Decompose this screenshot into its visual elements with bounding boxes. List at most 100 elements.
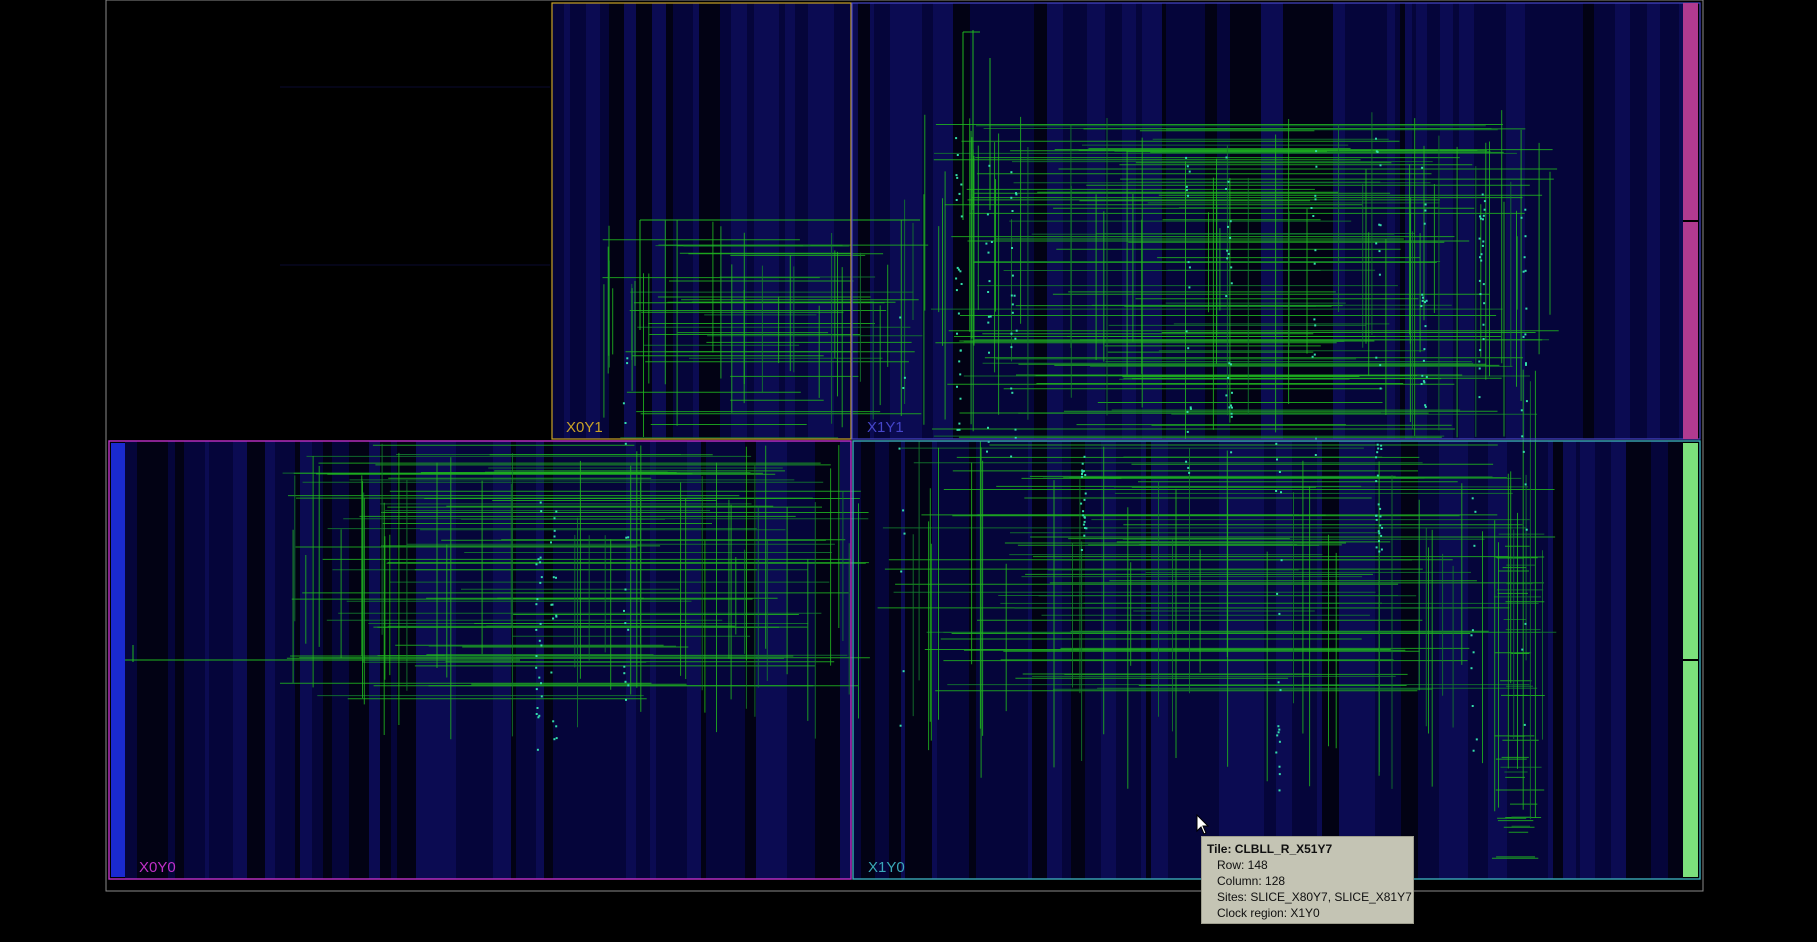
tile-column bbox=[693, 3, 699, 439]
placed-cell bbox=[553, 517, 556, 520]
placed-cell bbox=[1187, 347, 1190, 350]
placed-cell bbox=[555, 576, 557, 579]
placed-cell bbox=[1380, 448, 1383, 450]
placed-cell bbox=[1483, 302, 1486, 305]
placed-cell bbox=[1230, 415, 1233, 418]
placed-cell bbox=[626, 357, 629, 360]
clock-region-label-x0y1: X0Y1 bbox=[566, 419, 603, 436]
placed-cell bbox=[1313, 318, 1316, 321]
placed-cell bbox=[1380, 548, 1383, 551]
placed-cell bbox=[956, 428, 959, 431]
placed-cell bbox=[956, 176, 959, 179]
tile-column bbox=[586, 3, 600, 439]
tile-column bbox=[609, 3, 624, 439]
placed-cell bbox=[1380, 534, 1383, 537]
placed-cell bbox=[1475, 738, 1478, 741]
tile-column bbox=[1459, 441, 1468, 879]
placed-cell bbox=[902, 387, 905, 389]
placed-cell bbox=[1483, 208, 1486, 211]
tooltip-row: Row: 148 bbox=[1217, 858, 1268, 872]
placed-cell bbox=[1375, 150, 1378, 153]
placed-cell bbox=[1313, 262, 1316, 265]
placed-cell bbox=[1010, 455, 1013, 458]
placed-cell bbox=[1379, 515, 1382, 518]
placed-cell bbox=[1188, 286, 1191, 289]
tile-column bbox=[766, 3, 779, 439]
tile-column bbox=[933, 3, 945, 439]
placed-cell bbox=[1081, 473, 1083, 475]
placed-cell bbox=[960, 283, 963, 285]
placed-cell bbox=[1011, 247, 1013, 249]
tooltip-column: Column: 128 bbox=[1217, 874, 1286, 888]
placed-cell bbox=[1479, 217, 1482, 220]
placed-cell bbox=[1520, 216, 1523, 219]
placed-cell bbox=[989, 315, 992, 318]
tile-column bbox=[858, 3, 870, 439]
tooltip-tile-name: Tile: CLBLL_R_X51Y7 bbox=[1207, 842, 1333, 856]
placed-cell bbox=[1185, 460, 1188, 463]
placed-cell bbox=[988, 351, 990, 354]
placed-cell bbox=[958, 360, 961, 363]
placed-cell bbox=[955, 289, 958, 292]
tile-column bbox=[901, 441, 905, 879]
tile-column bbox=[1401, 441, 1418, 879]
placed-cell bbox=[1314, 324, 1317, 327]
placed-cell bbox=[624, 588, 627, 591]
placed-cell bbox=[1278, 740, 1281, 743]
placed-cell bbox=[1483, 200, 1486, 203]
placed-cell bbox=[1471, 629, 1474, 632]
placed-cell bbox=[1524, 235, 1527, 238]
tile-column bbox=[1506, 3, 1525, 439]
placed-cell bbox=[1378, 550, 1381, 553]
placed-cell bbox=[987, 321, 990, 324]
placed-cell bbox=[1186, 165, 1189, 168]
arrow-pointer-icon bbox=[1196, 814, 1210, 835]
device-view-canvas[interactable] bbox=[0, 0, 1817, 942]
placed-cell bbox=[958, 428, 961, 431]
tile-column bbox=[969, 441, 976, 879]
placed-cell bbox=[903, 532, 906, 535]
placed-cell bbox=[1377, 530, 1380, 533]
placed-cell bbox=[1313, 353, 1316, 356]
placed-cell bbox=[1379, 387, 1382, 390]
placed-cell bbox=[1377, 503, 1380, 506]
tile-column bbox=[1488, 441, 1507, 879]
placed-cell bbox=[955, 174, 958, 177]
placed-cell bbox=[1379, 524, 1382, 527]
placed-cell bbox=[959, 349, 962, 352]
placed-cell bbox=[1478, 360, 1481, 363]
placed-cell bbox=[1083, 534, 1086, 537]
tile-column bbox=[1400, 3, 1405, 439]
tile-column bbox=[861, 441, 875, 879]
placed-cell bbox=[1470, 634, 1473, 637]
placed-cell bbox=[1011, 311, 1014, 314]
placed-cell bbox=[1276, 734, 1279, 737]
placed-cell bbox=[1229, 220, 1232, 223]
placed-cell bbox=[1186, 430, 1189, 433]
tile-column bbox=[754, 3, 766, 439]
placed-cell bbox=[1080, 502, 1083, 505]
placed-cell bbox=[555, 725, 558, 728]
placed-cell bbox=[540, 510, 543, 513]
io-bank-left[interactable] bbox=[111, 443, 125, 877]
placed-cell bbox=[1523, 256, 1526, 259]
placed-cell bbox=[959, 397, 962, 400]
placed-cell bbox=[625, 698, 627, 701]
placed-cell bbox=[540, 644, 543, 647]
placed-cell bbox=[1015, 193, 1018, 196]
tile-column bbox=[1679, 3, 1683, 439]
placed-cell bbox=[1482, 323, 1485, 326]
placed-cell bbox=[553, 535, 556, 538]
placed-cell bbox=[1228, 406, 1231, 409]
placed-cell bbox=[1011, 274, 1014, 277]
placed-cell bbox=[1011, 210, 1014, 212]
placed-cell bbox=[540, 682, 542, 685]
placed-cell bbox=[1225, 394, 1228, 397]
placed-cell bbox=[540, 695, 543, 698]
placed-cell bbox=[902, 670, 905, 673]
placed-cell bbox=[624, 442, 627, 445]
tile-column bbox=[1548, 441, 1553, 879]
placed-cell bbox=[555, 510, 558, 513]
placed-cell bbox=[1278, 471, 1281, 473]
placed-cell bbox=[555, 737, 558, 740]
